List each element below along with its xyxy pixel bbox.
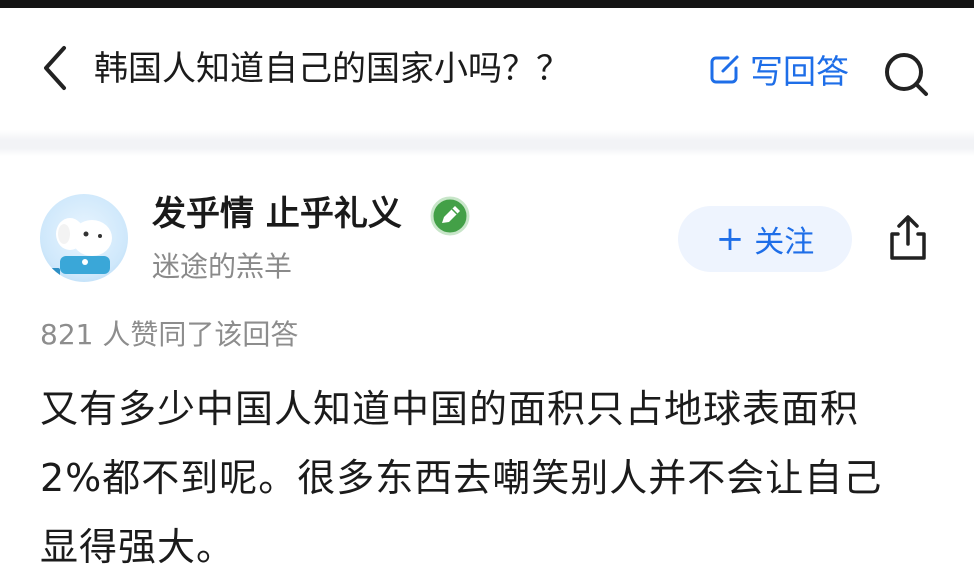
write-answer-label: 写回答 <box>750 52 849 91</box>
author-subtitle: 迷途的羔羊 <box>152 250 293 283</box>
status-bar-strip <box>0 0 974 8</box>
question-header: 韩国人知道自己的国家小吗？？ 写回答 <box>0 8 974 130</box>
pen-badge-icon <box>430 196 470 236</box>
chevron-left-icon[interactable] <box>36 40 76 96</box>
follow-label: 关注 <box>754 225 815 260</box>
edit-icon <box>710 55 739 84</box>
answer-content[interactable]: 又有多少中国人知道中国的面积只占地球表面积 2%都不到呢。很多东西去嘲笑别人并不… <box>40 375 940 582</box>
section-divider <box>0 130 974 156</box>
answer-line: 又有多少中国人知道中国的面积只占地球表面积 <box>40 387 860 431</box>
search-icon[interactable] <box>880 48 932 100</box>
likes-count: 821 人赞同了该回答 <box>40 318 299 351</box>
share-icon[interactable] <box>884 212 932 264</box>
answer-line: 2%都不到呢。很多东西去嘲笑别人并不会让自己 <box>40 456 883 500</box>
follow-button[interactable]: + 关注 <box>678 206 852 272</box>
plus-icon: + <box>715 219 745 259</box>
write-answer-button[interactable]: 写回答 <box>706 45 849 93</box>
avatar-illustration <box>50 218 112 278</box>
avatar[interactable] <box>40 194 128 282</box>
author-name[interactable]: 发乎情 止乎礼义 <box>152 192 402 236</box>
answer-line: 显得强大。 <box>40 525 236 569</box>
question-title[interactable]: 韩国人知道自己的国家小吗？？ <box>94 46 570 92</box>
